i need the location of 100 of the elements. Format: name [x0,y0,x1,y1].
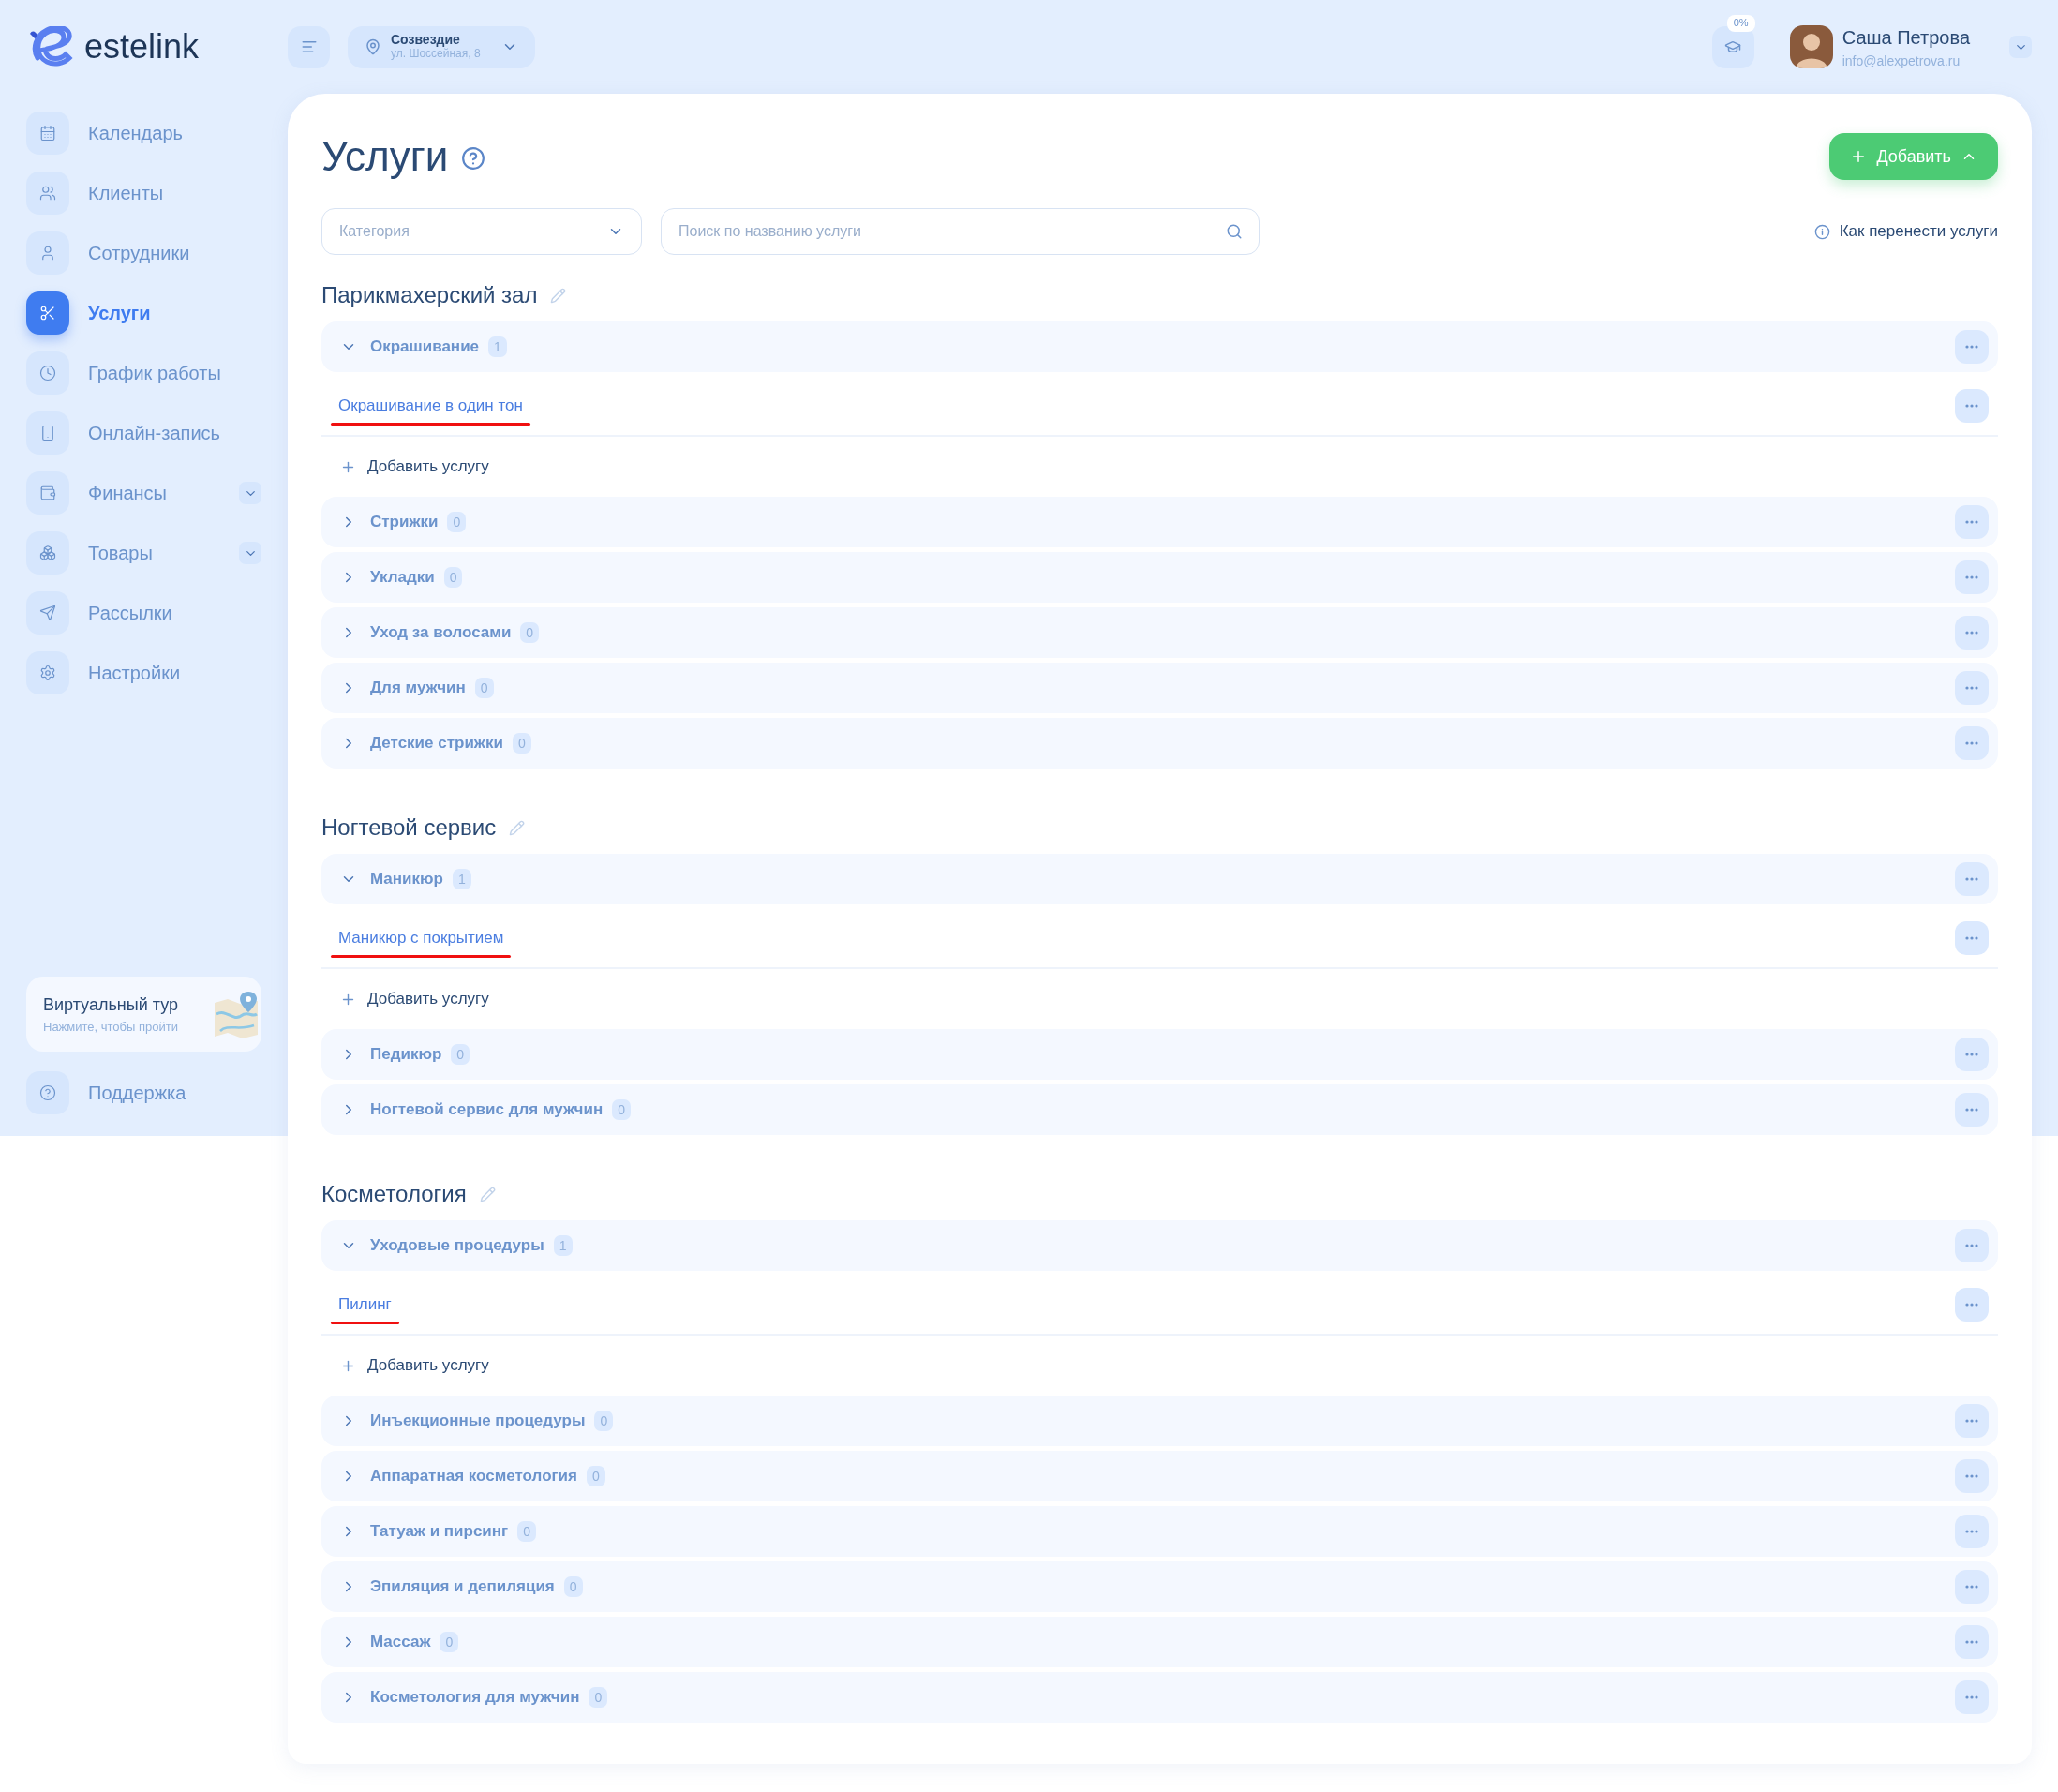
sidebar-item[interactable]: Календарь [88,119,183,147]
menu-button[interactable] [288,25,330,68]
wallet-icon [39,485,56,501]
category-select[interactable]: Категория [321,208,642,255]
category-row[interactable]: Педикюр 0 [321,1029,1998,1080]
category-row[interactable]: Татуаж и пирсинг 0 [321,1506,1998,1557]
more-button[interactable] [1955,1625,1989,1659]
more-icon [1965,741,1978,745]
category-row[interactable]: Маникюр 1 [321,854,1998,904]
category-row[interactable]: Ногтевой сервис для мужчин 0 [321,1084,1998,1135]
menu-icon-tile[interactable] [26,471,69,515]
user-email: info@alexpetrova.ru [1842,52,1961,70]
help-icon[interactable] [461,146,486,171]
edit-icon[interactable] [550,287,567,304]
more-button[interactable] [1955,1093,1989,1127]
more-icon [1965,686,1978,690]
more-icon [1965,1640,1978,1644]
more-button[interactable] [1955,1680,1989,1714]
more-button[interactable] [1955,1229,1989,1262]
category-row[interactable]: Массаж 0 [321,1617,1998,1667]
info-icon [1813,223,1830,240]
sidebar-item[interactable]: Онлайн-запись [88,419,220,447]
count-badge: 0 [440,1632,459,1652]
sidebar-item[interactable]: Клиенты [88,179,164,207]
user-menu-button[interactable] [2009,36,2032,58]
category-row[interactable]: Эпиляция и депиляция 0 [321,1561,1998,1612]
more-button[interactable] [1955,505,1989,539]
expand-button[interactable] [239,482,261,504]
service-link[interactable]: Пилинг [338,1295,392,1314]
more-button[interactable] [1955,1570,1989,1604]
edit-icon[interactable] [479,1186,496,1202]
sidebar-item[interactable]: Настройки [88,659,181,687]
more-button[interactable] [1955,330,1989,364]
location-selector[interactable]: Созвездие ул. Шоссейная, 8 [348,25,535,68]
more-icon [1965,936,1978,940]
more-button[interactable] [1955,1404,1989,1438]
more-button[interactable] [1955,1288,1989,1322]
add-service-button[interactable]: Добавить услугу [321,441,1998,492]
more-button[interactable] [1955,862,1989,896]
sidebar-item[interactable]: Товары [88,539,153,567]
sidebar-item[interactable]: Услуги [88,299,151,327]
section-title: Парикмахерский зал [321,281,538,309]
section-title: Ногтевой сервис [321,814,497,842]
category-name: Инъекционные процедуры [370,1411,586,1432]
category-row[interactable]: Для мужчин 0 [321,663,1998,713]
category-row[interactable]: Уход за волосами 0 [321,607,1998,658]
category-row[interactable]: Стрижки 0 [321,497,1998,547]
category-row[interactable]: Окрашивание 1 [321,321,1998,372]
menu-icon-tile[interactable] [26,411,69,455]
sidebar-item[interactable]: Рассылки [88,599,172,627]
category-row[interactable]: Косметология для мужчин 0 [321,1672,1998,1723]
help-link[interactable]: Как перенести услуги [1813,219,1998,244]
more-button[interactable] [1955,671,1989,705]
map-icon [213,990,260,1038]
add-button[interactable]: Добавить [1829,133,1998,180]
menu-icon-tile[interactable] [26,172,69,215]
menu-icon-tile[interactable] [26,531,69,575]
more-button[interactable] [1955,616,1989,650]
category-row[interactable]: Детские стрижки 0 [321,718,1998,769]
settings-icon [39,665,56,681]
service-link[interactable]: Маникюр с покрытием [338,929,504,948]
menu-icon-tile[interactable] [26,351,69,395]
category-row[interactable]: Инъекционные процедуры 0 [321,1396,1998,1446]
category-row[interactable]: Аппаратная косметология 0 [321,1451,1998,1501]
more-icon [1965,1530,1978,1533]
menu-icon-tile[interactable] [26,291,69,335]
more-button[interactable] [1955,1459,1989,1493]
count-badge: 1 [553,1235,573,1256]
search-field[interactable]: Поиск по названию услуги [661,208,1260,255]
category-name: Для мужчин [370,678,466,699]
more-button[interactable] [1955,389,1989,423]
category-row[interactable]: Укладки 0 [321,552,1998,603]
support-link[interactable]: Поддержка [88,1079,186,1107]
menu-icon-tile[interactable] [26,112,69,155]
sidebar-item[interactable]: Сотрудники [88,239,190,267]
add-service-button[interactable]: Добавить услугу [321,974,1998,1024]
category-row[interactable]: Уходовые процедуры 1 [321,1220,1998,1271]
more-button[interactable] [1955,1515,1989,1548]
more-icon [1965,1585,1978,1589]
more-button[interactable] [1955,560,1989,594]
user-name: Саша Петрова [1842,25,1970,50]
edit-icon[interactable] [509,819,526,836]
category-name: Стрижки [370,512,439,533]
sidebar-item[interactable]: График работы [88,359,221,387]
more-button[interactable] [1955,921,1989,955]
menu-icon-tile[interactable] [26,231,69,275]
expand-button[interactable] [239,542,261,564]
virtual-tour-card[interactable]: Виртуальный тур Нажмите, чтобы пройти [26,977,261,1052]
more-icon [1965,631,1978,635]
add-service-button[interactable]: Добавить услугу [321,1340,1998,1391]
sidebar-item[interactable]: Финансы [88,479,167,507]
menu-icon-tile[interactable] [26,591,69,635]
more-button[interactable] [1955,1038,1989,1071]
course-button[interactable] [1711,25,1754,68]
avatar[interactable] [1789,25,1833,68]
more-icon [1965,1053,1978,1056]
service-link[interactable]: Окрашивание в один тон [338,396,523,415]
section-title: Косметология [321,1180,467,1208]
more-button[interactable] [1955,726,1989,760]
menu-icon-tile[interactable] [26,651,69,694]
